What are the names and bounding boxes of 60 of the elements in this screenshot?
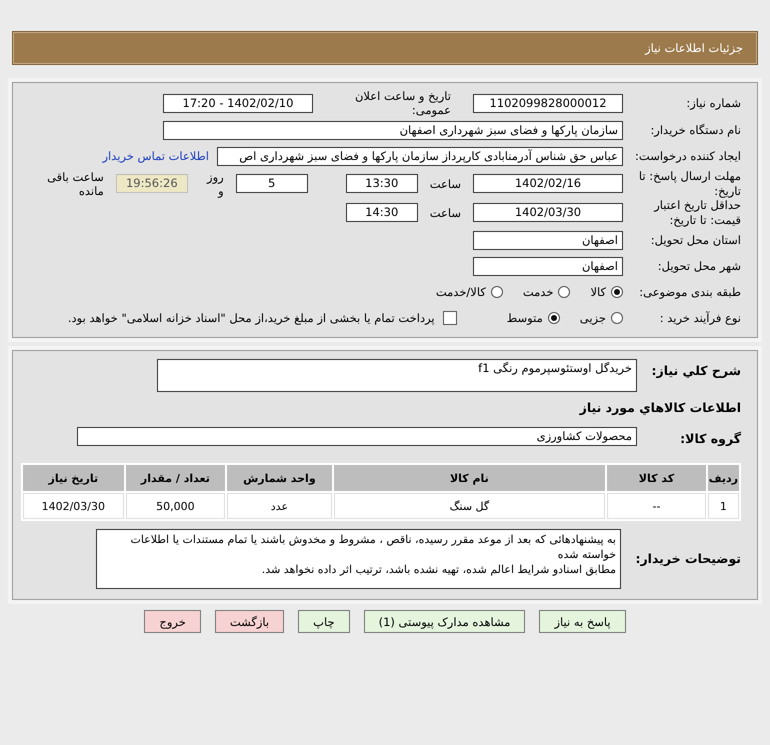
column-header: واحد شمارش — [227, 465, 332, 491]
goods-group-field: محصولات کشاورزی — [77, 426, 637, 446]
field-label: گروه کالا: — [679, 430, 741, 446]
column-header: تاریخ نیاز — [23, 465, 124, 491]
field-label: استان محل تحویل: — [650, 232, 741, 248]
table-cell: 50,000 — [126, 493, 226, 519]
time-field: 13:30 — [346, 174, 418, 193]
page-title: جزئیات اطلاعات نیاز — [645, 41, 743, 55]
time-field: 14:30 — [346, 203, 418, 222]
field-label: ساعت — [430, 176, 461, 190]
checkbox[interactable] — [442, 311, 457, 325]
section-title: اطلاعات كالاهاي مورد نیاز — [580, 400, 741, 415]
days-field: 5 — [236, 174, 308, 193]
radio-option[interactable]: کالا/خدمت — [436, 285, 503, 299]
column-header: تعداد / مقدار — [126, 465, 226, 491]
field-label: شرح کلي نیاز: — [650, 363, 741, 378]
notes-text: به پیشنهادهائی که بعد از موعد مقرر رسیده، ناقص ، مشروط و مخدوش باشند یا تمام مستندات یا اطلاعات خواسته شده — [129, 532, 616, 562]
requester-field: عباس حق شناس آدرمنابادی کارپرداز سازمان پارکها و فضای سبز شهرداری اص — [217, 146, 623, 166]
field-label: ایجاد کننده درخواست: — [634, 148, 741, 164]
column-header: نام کالا — [334, 465, 606, 491]
field-label: طبقه بندی موضوعی: — [638, 284, 741, 300]
action-button[interactable]: پاسخ به نیاز — [539, 610, 626, 633]
date-field: 1402/03/30 — [473, 203, 623, 222]
action-button[interactable]: چاپ — [298, 610, 350, 633]
buyer-contact-link[interactable]: اطلاعات تماس خریدار — [102, 149, 209, 163]
notes-text: مطابق اسنادو شرایط اعالم شده، تهیه نشده باشد، ترتیب اثر داده نخواهد شد. — [260, 562, 616, 577]
field-label: حداقل تاریخ اعتبار قیمت: تا تاریخ: — [652, 198, 741, 227]
province-field: اصفهان — [473, 230, 623, 250]
radio-option[interactable]: کالا — [590, 285, 623, 299]
buyer-org-field: سازمان پارکها و فضای سبز شهرداری اصفهان — [163, 120, 623, 140]
announce-date-field: 1402/02/10 - 17:20 — [163, 94, 313, 112]
table-cell: 1402/03/30 — [23, 493, 124, 519]
field-label: روز و — [206, 170, 224, 198]
countdown-field: 19:56:26 — [116, 174, 188, 193]
date-field: 1402/02/16 — [473, 174, 623, 193]
field-label: شماره نیاز: — [685, 96, 741, 110]
field-label: نوع فرآیند خرید : — [658, 310, 741, 326]
summary-field: خریدگل اوستئوسپرموم رنگی f1 — [157, 359, 637, 392]
field-label: نام دستگاه خریدار: — [649, 122, 741, 138]
field-label: تاریخ و ساعت اعلان عمومی: — [354, 89, 451, 117]
need-number-field: 1102099828000012 — [473, 94, 623, 112]
table-cell: 1 — [708, 493, 739, 519]
column-header: کد کالا — [607, 465, 706, 491]
city-field: اصفهان — [473, 256, 623, 276]
radio-option[interactable]: متوسط — [506, 311, 560, 325]
field-label: توضیحات خریدار: — [634, 551, 741, 566]
radio-option[interactable]: جزیی — [580, 311, 623, 325]
field-label: ساعت — [430, 206, 461, 220]
action-button[interactable]: خروج — [144, 610, 201, 633]
field-label: شهر محل تحویل: — [656, 258, 741, 274]
table-cell: عدد — [227, 493, 332, 519]
action-button[interactable]: بازگشت — [214, 610, 284, 633]
table-cell: -- — [607, 493, 706, 519]
action-button[interactable]: مشاهده مدارک پیوستی (1) — [364, 610, 526, 633]
table-cell: گل سنگ — [334, 493, 606, 519]
column-header: ردیف — [708, 465, 739, 491]
checkbox-label: پرداخت تمام یا بخشی از مبلغ خرید،از محل "اسناد خزانه اسلامی" خواهد بود. — [68, 311, 435, 325]
radio-option[interactable]: خدمت — [522, 285, 570, 299]
field-label: ساعت باقی مانده — [46, 170, 104, 198]
field-label: مهلت ارسال پاسخ: تا تاریخ: — [638, 169, 741, 198]
